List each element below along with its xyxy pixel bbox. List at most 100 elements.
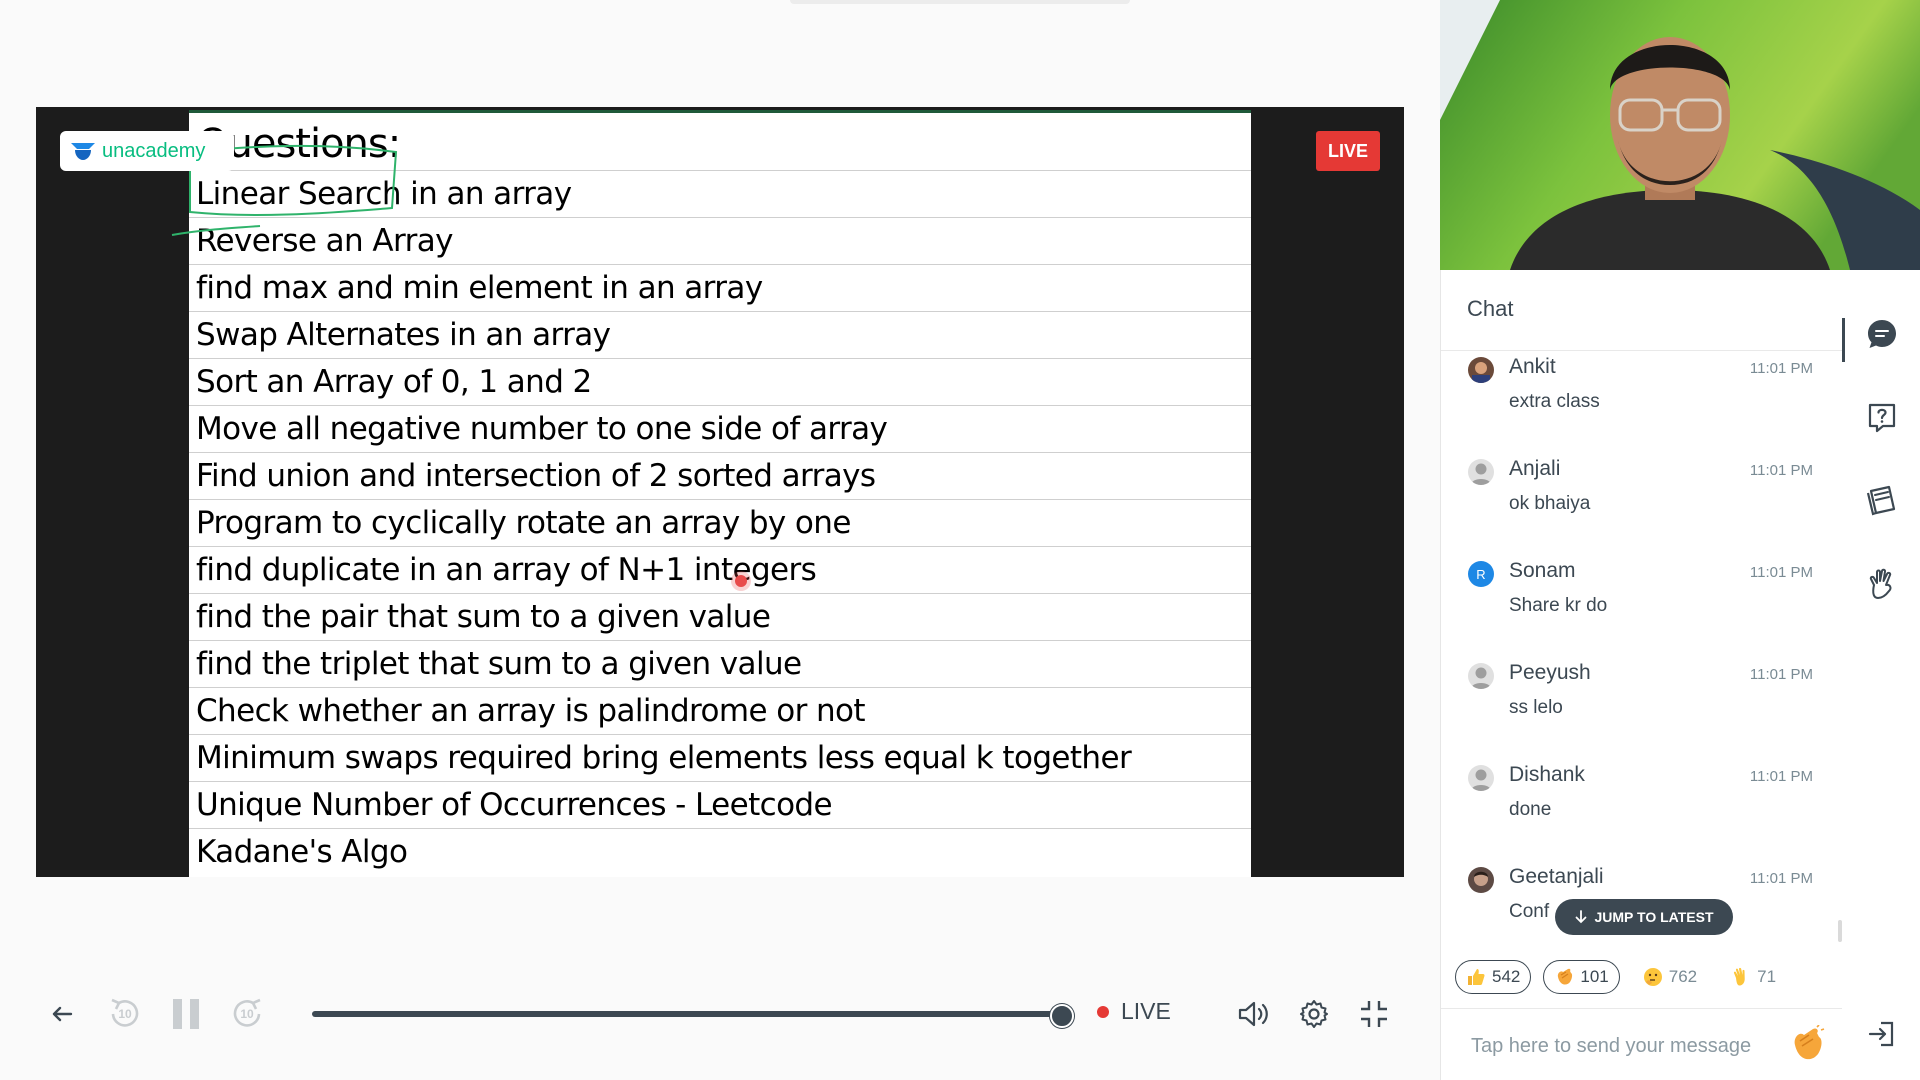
chat-message: Dishank 11:01 PM done bbox=[1441, 757, 1843, 859]
slide-item: Check whether an array is palindrome or … bbox=[189, 687, 1251, 734]
chat-message-input[interactable] bbox=[1469, 1034, 1773, 1059]
chat-username[interactable]: Sonam bbox=[1509, 559, 1576, 583]
chat-username[interactable]: Peeyush bbox=[1509, 661, 1591, 685]
chat-text: Conf bbox=[1509, 901, 1550, 922]
slide-item: Swap Alternates in an array bbox=[189, 311, 1251, 358]
instructor-video-feed bbox=[1440, 0, 1920, 270]
chat-username[interactable]: Dishank bbox=[1509, 763, 1585, 787]
forward-seconds: 10 bbox=[240, 1007, 254, 1021]
chat-icon bbox=[1868, 320, 1896, 348]
live-badge: LIVE bbox=[1316, 131, 1380, 171]
slide-item: find duplicate in an array of N+1 intege… bbox=[189, 546, 1251, 593]
waving-hand-icon bbox=[1734, 967, 1745, 986]
clap-icon bbox=[1794, 1025, 1825, 1060]
default-avatar-icon bbox=[1468, 459, 1494, 485]
rewind-seconds: 10 bbox=[118, 1007, 132, 1021]
top-bar-shadow bbox=[790, 0, 1130, 4]
rewind-10-button[interactable]: 10 bbox=[104, 993, 146, 1035]
live-indicator[interactable]: LIVE bbox=[1097, 998, 1171, 1025]
clap-icon bbox=[1558, 968, 1573, 985]
settings-button[interactable] bbox=[1294, 994, 1334, 1034]
tab-notes[interactable] bbox=[1864, 482, 1900, 518]
slide-item: Program to cyclically rotate an array by… bbox=[189, 499, 1251, 546]
reaction-bar: 542 101 762 71 bbox=[1455, 960, 1787, 994]
logo-text: unacademy bbox=[102, 139, 206, 162]
seek-bar[interactable] bbox=[312, 1011, 1064, 1017]
chat-message: Anjali 11:01 PM ok bhaiya bbox=[1441, 451, 1843, 553]
arrow-down-icon bbox=[1576, 910, 1587, 924]
active-tab-indicator bbox=[1842, 318, 1845, 362]
reaction-thinking[interactable]: 762 bbox=[1632, 960, 1708, 994]
exit-fullscreen-icon bbox=[1361, 1001, 1387, 1027]
reaction-count: 101 bbox=[1580, 967, 1609, 986]
chat-timestamp: 11:01 PM bbox=[1749, 768, 1813, 785]
tab-chat[interactable] bbox=[1864, 316, 1900, 352]
default-avatar-icon bbox=[1468, 765, 1494, 791]
slide-item: Kadane's Algo bbox=[189, 828, 1251, 875]
chat-message-list[interactable]: Ankit 11:01 PM extra class Anjali 11:01 … bbox=[1441, 351, 1843, 949]
laser-pointer bbox=[735, 575, 747, 587]
jump-to-latest-button[interactable]: JUMP TO LATEST bbox=[1555, 899, 1733, 935]
send-clap-button[interactable] bbox=[1784, 1022, 1828, 1066]
chat-message: R Sonam 11:01 PM Share kr do bbox=[1441, 553, 1843, 655]
reaction-wave[interactable]: 71 bbox=[1720, 960, 1787, 994]
default-avatar-icon bbox=[1468, 663, 1494, 689]
hand-icon bbox=[1869, 568, 1892, 599]
thinking-face-icon bbox=[1643, 968, 1662, 986]
exit-fullscreen-button[interactable] bbox=[1354, 994, 1394, 1034]
chat-text: extra class bbox=[1509, 391, 1600, 412]
reaction-thumbs-up[interactable]: 542 bbox=[1455, 960, 1532, 994]
slide-item: Find union and intersection of 2 sorted … bbox=[189, 452, 1251, 499]
chat-username[interactable]: Geetanjali bbox=[1509, 865, 1604, 889]
slide-item: Move all negative number to one side of … bbox=[189, 405, 1251, 452]
gear-icon bbox=[1300, 1000, 1328, 1028]
chat-panel: Chat Ankit 11:01 PM extra class Anjali 1… bbox=[1440, 270, 1843, 1080]
slide-item: Unique Number of Occurrences - Leetcode bbox=[189, 781, 1251, 828]
volume-button[interactable] bbox=[1234, 994, 1274, 1034]
slide: Questions: Linear Search in an array Rev… bbox=[189, 110, 1251, 877]
slide-item: find the triplet that sum to a given val… bbox=[189, 640, 1251, 687]
chat-username[interactable]: Ankit bbox=[1509, 355, 1556, 379]
side-rail bbox=[1842, 270, 1920, 1080]
slide-question-list: Linear Search in an array Reverse an Arr… bbox=[189, 170, 1251, 875]
chat-message: Ankit 11:01 PM extra class bbox=[1441, 351, 1843, 451]
pause-icon bbox=[173, 999, 199, 1029]
unacademy-logo: unacademy bbox=[60, 131, 234, 171]
slide-item: Sort an Array of 0, 1 and 2 bbox=[189, 358, 1251, 405]
leave-class-button[interactable] bbox=[1864, 1016, 1900, 1052]
avatar bbox=[1468, 357, 1494, 383]
pause-button[interactable] bbox=[166, 994, 206, 1034]
video-player[interactable]: Questions: Linear Search in an array Rev… bbox=[36, 107, 1404, 877]
chat-timestamp: 11:01 PM bbox=[1749, 870, 1813, 887]
letter-avatar: R bbox=[1468, 561, 1494, 587]
slide-item: find max and min element in an array bbox=[189, 264, 1251, 311]
reaction-count: 762 bbox=[1668, 967, 1698, 986]
exit-icon bbox=[1868, 1021, 1894, 1047]
chat-title: Chat bbox=[1467, 296, 1514, 321]
forward-10-button[interactable]: 10 bbox=[226, 993, 268, 1035]
seek-handle[interactable] bbox=[1050, 1004, 1074, 1028]
back-button[interactable] bbox=[46, 998, 78, 1030]
thumbs-up-icon bbox=[1468, 969, 1485, 985]
reaction-count: 71 bbox=[1757, 967, 1777, 986]
tab-questions[interactable] bbox=[1864, 400, 1900, 436]
slide-item: find the pair that sum to a given value bbox=[189, 593, 1251, 640]
divider bbox=[1441, 1008, 1843, 1009]
chat-text: ok bhaiya bbox=[1509, 493, 1591, 514]
slide-item: Linear Search in an array bbox=[189, 170, 1251, 217]
reaction-clap[interactable]: 101 bbox=[1543, 960, 1620, 994]
chat-timestamp: 11:01 PM bbox=[1749, 462, 1813, 479]
slide-item: Minimum swaps required bring elements le… bbox=[189, 734, 1251, 781]
chat-text: done bbox=[1509, 799, 1552, 820]
chat-timestamp: 11:01 PM bbox=[1749, 564, 1813, 581]
speaker-icon bbox=[1238, 1001, 1268, 1027]
player-controls: 10 10 LIVE bbox=[36, 980, 1404, 1046]
arrow-left-icon bbox=[52, 1006, 73, 1022]
avatar bbox=[1468, 867, 1494, 893]
live-indicator-label: LIVE bbox=[1121, 998, 1171, 1024]
chat-text: ss lelo bbox=[1509, 697, 1563, 718]
chat-username[interactable]: Anjali bbox=[1509, 457, 1560, 481]
tab-raise-hand[interactable] bbox=[1864, 566, 1900, 602]
notes-icon bbox=[1866, 485, 1896, 516]
reaction-count: 542 bbox=[1492, 967, 1521, 986]
